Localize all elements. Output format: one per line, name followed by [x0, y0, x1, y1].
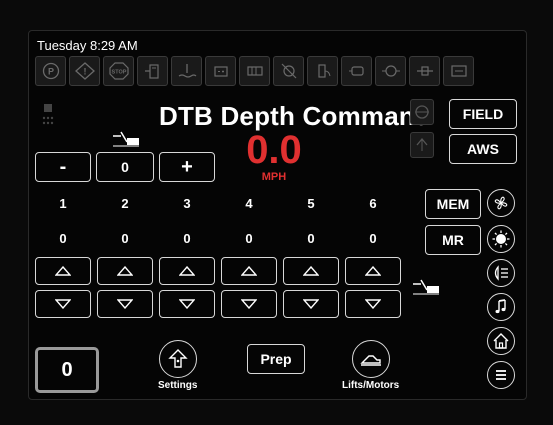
field-button[interactable]: FIELD: [449, 99, 517, 129]
section-4-lower-button[interactable]: [221, 290, 277, 318]
music-button[interactable]: [487, 293, 515, 321]
home-icon: [493, 333, 509, 349]
section-value-3: 0: [183, 231, 191, 246]
triangle-up-icon: [55, 266, 71, 276]
speed-unit: MPH: [261, 171, 287, 183]
mem-button[interactable]: MEM: [425, 189, 481, 219]
settings-button[interactable]: [159, 340, 197, 378]
depth-value-field[interactable]: 0: [96, 152, 154, 182]
section-value-4: 0: [245, 231, 253, 246]
triangle-up-icon: [365, 266, 381, 276]
section-number-5: 5: [307, 196, 315, 211]
counter-display[interactable]: 0: [35, 347, 99, 393]
triangle-down-icon: [117, 299, 133, 309]
triangle-up-icon: [241, 266, 257, 276]
depth-increase-button[interactable]: +: [159, 152, 215, 182]
svg-text:P: P: [47, 67, 53, 77]
svg-text:!: !: [83, 67, 86, 77]
mr-button[interactable]: MR: [425, 225, 481, 255]
section-5-raise-button[interactable]: [283, 257, 339, 285]
aws-button[interactable]: AWS: [449, 134, 517, 164]
section-value-6: 0: [369, 231, 377, 246]
hydraulic-icon: [307, 56, 338, 86]
warning-icon: !: [69, 56, 100, 86]
section-value-5: 0: [307, 231, 315, 246]
triangle-up-icon: [303, 266, 319, 276]
raise-indicator-icon: [410, 132, 434, 158]
settings-arrow-icon: [168, 349, 188, 368]
section-number-2: 2: [121, 196, 129, 211]
fan-off-icon: [273, 56, 304, 86]
section-value-1: 0: [59, 231, 67, 246]
triangle-down-icon: [241, 299, 257, 309]
warning-row: P ! STOP: [35, 56, 474, 86]
menu-button[interactable]: [487, 361, 515, 389]
oil-icon: [375, 56, 406, 86]
transmission-icon: [239, 56, 270, 86]
filter-icon: [409, 56, 440, 86]
bezel: Tuesday 8:29 AM P ! STOP DTB Depth Comma…: [0, 0, 553, 425]
status-time: Tuesday 8:29 AM: [37, 38, 138, 53]
settings-label: Settings: [158, 380, 198, 391]
counter-value: 0: [61, 358, 73, 381]
section-6-raise-button[interactable]: [345, 257, 401, 285]
speed-value: 0.0: [246, 128, 302, 172]
triangle-up-icon: [179, 266, 195, 276]
stop-icon: STOP: [103, 56, 134, 86]
section-2-raise-button[interactable]: [97, 257, 153, 285]
prep-button[interactable]: Prep: [247, 344, 305, 374]
tractor-lift-icon: [360, 355, 381, 366]
fan-button[interactable]: [487, 189, 515, 217]
light-indicator-icon: [41, 104, 55, 130]
engine-icon: [341, 56, 372, 86]
triangle-down-icon: [179, 299, 195, 309]
screen: Tuesday 8:29 AM P ! STOP DTB Depth Comma…: [28, 30, 527, 400]
parking-brake-icon: P: [35, 56, 66, 86]
battery-icon: [205, 56, 236, 86]
headlight-button[interactable]: [487, 259, 515, 287]
triangle-up-icon: [117, 266, 133, 276]
triangle-down-icon: [303, 299, 319, 309]
section-6-lower-button[interactable]: [345, 290, 401, 318]
implement-depth-icon: [111, 130, 141, 148]
brightness-button[interactable]: [487, 225, 515, 253]
section-3-raise-button[interactable]: [159, 257, 215, 285]
section-3-lower-button[interactable]: [159, 290, 215, 318]
section-number-4: 4: [245, 196, 253, 211]
sun-icon: [492, 230, 510, 248]
lifts-motors-button[interactable]: [352, 340, 390, 378]
section-1-lower-button[interactable]: [35, 290, 91, 318]
section-number-3: 3: [183, 196, 191, 211]
lifts-motors-label: Lifts/Motors: [342, 380, 400, 391]
triangle-down-icon: [55, 299, 71, 309]
pump-icon: [443, 56, 474, 86]
triangle-down-icon: [365, 299, 381, 309]
section-number-1: 1: [59, 196, 67, 211]
svg-text:STOP: STOP: [111, 70, 126, 76]
depth-decrease-button[interactable]: -: [35, 152, 91, 182]
coolant-icon: [171, 56, 202, 86]
section-2-lower-button[interactable]: [97, 290, 153, 318]
implement-icon: [411, 278, 441, 296]
section-1-raise-button[interactable]: [35, 257, 91, 285]
hamburger-menu-icon: [496, 370, 506, 380]
fan-icon: [494, 196, 508, 210]
section-value-2: 0: [121, 231, 129, 246]
home-button[interactable]: [487, 327, 515, 355]
section-4-raise-button[interactable]: [221, 257, 277, 285]
section-5-lower-button[interactable]: [283, 290, 339, 318]
lift-lock-icon: [410, 99, 434, 125]
section-number-6: 6: [369, 196, 377, 211]
fuel-icon: [137, 56, 168, 86]
headlight-icon: [494, 265, 508, 281]
music-note-icon: [495, 299, 506, 314]
